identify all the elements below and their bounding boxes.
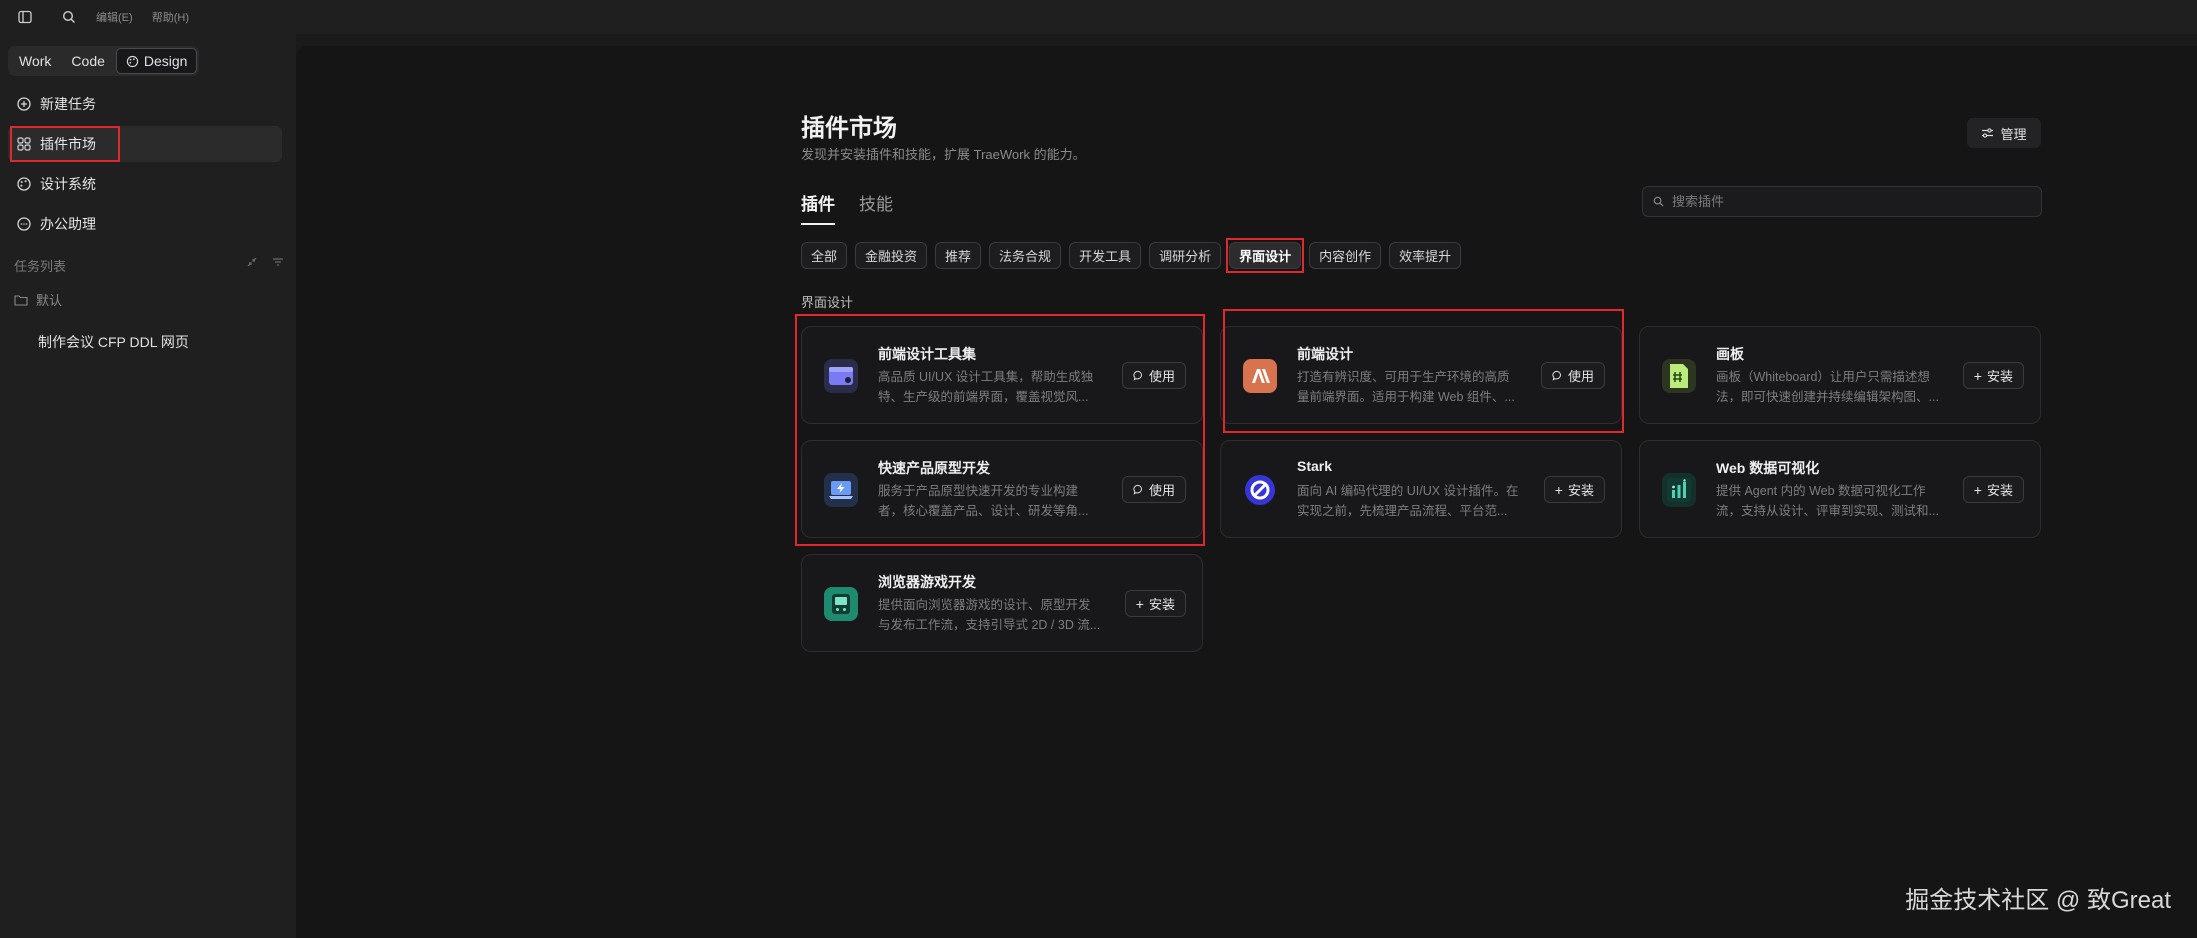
mode-work[interactable]: Work	[10, 48, 60, 74]
search-box	[1642, 186, 2042, 217]
menu-help[interactable]: 帮助(H)	[152, 12, 189, 24]
plugin-name: 浏览器游戏开发	[878, 574, 976, 590]
plugin-name: Web 数据可视化	[1716, 460, 1820, 476]
plugin-card[interactable]: Web 数据可视化 提供 Agent 内的 Web 数据可视化工作流，支持从设计…	[1639, 440, 2041, 538]
bar-chart-icon	[1662, 473, 1696, 507]
action-label: 安装	[1567, 483, 1594, 498]
collapse-icon[interactable]	[246, 256, 258, 268]
highlight-box	[795, 314, 1205, 546]
chip-productivity[interactable]: 效率提升	[1389, 242, 1462, 269]
task-item[interactable]: 制作会议 CFP DDL 网页	[38, 332, 189, 352]
tab-skills[interactable]: 技能	[859, 190, 893, 225]
chip-content[interactable]: 内容创作	[1309, 242, 1382, 269]
plus-icon: +	[1973, 367, 1982, 384]
plugin-desc: 提供 Agent 内的 Web 数据可视化工作流，支持从设计、评审到实现、测试和…	[1716, 484, 1939, 518]
action-label: 安装	[1986, 483, 2013, 498]
sidebar-item-label: 设计系统	[40, 176, 96, 192]
tab-plugins[interactable]: 插件	[801, 190, 835, 225]
mode-design-label: Design	[143, 53, 188, 69]
chip-legal[interactable]: 法务合规	[989, 242, 1062, 269]
action-label: 安装	[1986, 369, 2013, 384]
stark-icon	[1243, 473, 1277, 507]
chip-dev-tools[interactable]: 开发工具	[1069, 242, 1142, 269]
chip-ui-design[interactable]: 界面设计	[1226, 238, 1305, 273]
plugin-name: 画板	[1716, 346, 1744, 362]
title-bar: 编辑(E) 帮助(H)	[0, 0, 2197, 34]
plus-icon: +	[1973, 481, 1982, 498]
plugin-desc: 画板（Whiteboard）让用户只需描述想法，即可快速创建并持续编辑架构图、.…	[1716, 370, 1939, 404]
plus-icon: +	[1135, 595, 1144, 612]
chip-recommended[interactable]: 推荐	[935, 242, 982, 269]
mode-design[interactable]: Design	[115, 48, 198, 74]
task-list-title: 任务列表	[14, 259, 67, 274]
manage-label: 管理	[2000, 126, 2027, 142]
search-input[interactable]	[1672, 194, 2032, 209]
chat-icon	[17, 217, 31, 231]
chip-finance[interactable]: 金融投资	[855, 242, 928, 269]
sidebar-toggle-icon[interactable]	[14, 6, 36, 28]
plugin-card[interactable]: 画板 画板（Whiteboard）让用户只需描述想法，即可快速创建并持续编辑架构…	[1639, 326, 2041, 424]
highlight-box	[10, 126, 120, 162]
chip-research[interactable]: 调研分析	[1149, 242, 1222, 269]
page-title: 插件市场	[801, 115, 897, 142]
plugin-desc: 面向 AI 编码代理的 UI/UX 设计插件。在实现之前，先梳理产品流程、平台范…	[1297, 484, 1519, 518]
plugin-desc: 提供面向浏览器游戏的设计、原型开发与发布工作流，支持引导式 2D / 3D 流.…	[878, 598, 1101, 632]
page-subtitle: 发现并安装插件和技能，扩展 TraeWork 的能力。	[801, 147, 1086, 162]
plus-circle-icon	[17, 97, 31, 111]
palette-icon	[126, 55, 139, 67]
folder-label: 默认	[36, 293, 63, 308]
sidebar-item-plugin-market[interactable]: 插件市场	[8, 126, 282, 162]
mode-work-label: Work	[19, 53, 52, 69]
mode-switch: Work Code Design	[8, 46, 200, 76]
watermark: 掘金技术社区 @ 致Great	[1905, 887, 2171, 914]
sidebar-item-label: 办公助理	[40, 216, 96, 232]
palette-icon	[17, 177, 31, 191]
whiteboard-icon	[1662, 359, 1696, 393]
highlight-box	[1223, 309, 1624, 433]
filter-icon[interactable]	[272, 256, 284, 268]
main-panel: 插件市场 发现并安装插件和技能，扩展 TraeWork 的能力。 管理 插件 技…	[296, 46, 2197, 938]
sidebar-item-label: 新建任务	[40, 96, 96, 112]
task-list-header: 任务列表	[14, 256, 284, 275]
mode-code[interactable]: Code	[62, 48, 113, 74]
game-console-icon	[824, 587, 858, 621]
sidebar-item-office-assistant[interactable]: 办公助理	[8, 206, 282, 242]
sidebar-item-new-task[interactable]: 新建任务	[8, 86, 282, 122]
chip-all[interactable]: 全部	[801, 242, 848, 269]
menu-bar: 编辑(E) 帮助(H)	[96, 9, 205, 25]
category-filters: 全部 金融投资 推荐 法务合规 开发工具 调研分析 界面设计 内容创作 效率提升	[801, 238, 1462, 273]
plugin-name: Stark	[1297, 458, 1333, 474]
folder-icon	[14, 294, 28, 306]
plugin-card[interactable]: Stark 面向 AI 编码代理的 UI/UX 设计插件。在实现之前，先梳理产品…	[1220, 440, 1622, 538]
install-button[interactable]: + 安装	[1124, 590, 1186, 617]
sidebar-nav: 新建任务 插件市场 设计系统 办公助理	[0, 86, 296, 246]
sliders-icon	[1982, 128, 1994, 138]
action-label: 安装	[1148, 597, 1175, 612]
manage-button[interactable]: 管理	[1967, 118, 2041, 148]
install-button[interactable]: + 安装	[1962, 476, 2024, 503]
install-button[interactable]: + 安装	[1962, 362, 2024, 389]
mode-code-label: Code	[71, 53, 105, 69]
section-label: 界面设计	[801, 295, 854, 310]
menu-edit[interactable]: 编辑(E)	[96, 12, 133, 24]
sidebar-item-design-system[interactable]: 设计系统	[8, 166, 282, 202]
plus-icon: +	[1554, 481, 1563, 498]
install-button[interactable]: + 安装	[1543, 476, 1605, 503]
search-icon	[1653, 196, 1664, 207]
tabs: 插件 技能	[801, 190, 893, 225]
search-icon[interactable]	[58, 6, 80, 28]
plugin-card[interactable]: 浏览器游戏开发 提供面向浏览器游戏的设计、原型开发与发布工作流，支持引导式 2D…	[801, 554, 1203, 652]
sidebar: Work Code Design 新建任务 插件市场 设计系统 办公助理 任务列…	[0, 34, 296, 938]
highlight-box	[1226, 238, 1305, 273]
folder-default[interactable]: 默认	[14, 290, 62, 309]
